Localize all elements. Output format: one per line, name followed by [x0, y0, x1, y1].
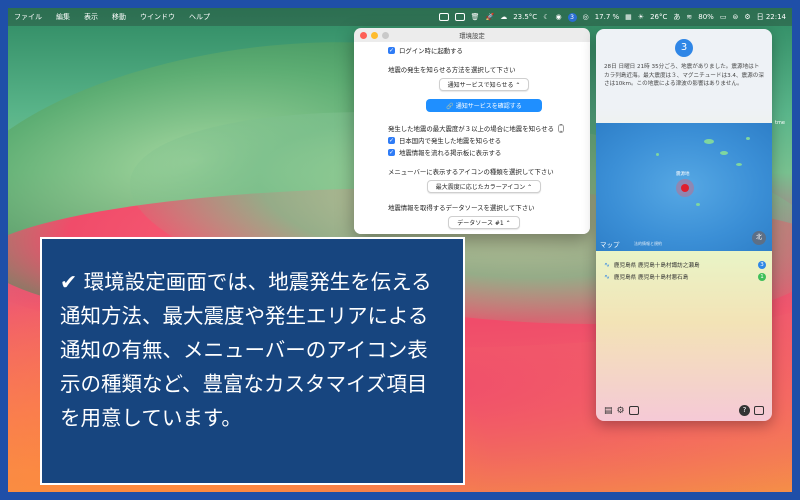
- preferences-window: 環境設定 ✓ ログイン時に起動する 地震の発生を知らせる方法を選択して下さい 通…: [354, 28, 590, 234]
- window-title: 環境設定: [459, 31, 485, 40]
- wifi-icon[interactable]: ≋: [686, 13, 692, 21]
- island: [720, 151, 728, 155]
- rocket-icon[interactable]: 🚀: [486, 13, 495, 21]
- menu-window[interactable]: ウインドウ: [140, 12, 175, 22]
- datetime[interactable]: 日 22:14: [757, 12, 786, 22]
- data-source-select[interactable]: データソース #1 ⌃: [448, 216, 520, 229]
- menu-go[interactable]: 移動: [112, 12, 126, 22]
- island: [736, 163, 742, 166]
- location-label: 鹿児島県 鹿児島十島村諏訪之瀬島: [613, 263, 700, 269]
- checkbox-checked[interactable]: ✓: [388, 47, 395, 54]
- battery-level[interactable]: 80%: [698, 13, 714, 21]
- window-titlebar: 環境設定: [354, 28, 590, 42]
- max-intensity-label: 発生した地震の最大震度が３以上の場合に地震を知らせる: [388, 125, 555, 133]
- notify-method-question: 地震の発生を知らせる方法を選択して下さい: [388, 66, 516, 74]
- feature-caption: ✔ 環境設定画面では、地震発生を伝える通知方法、最大震度や発生エリアによる通知の…: [40, 237, 465, 485]
- calendar-icon[interactable]: ▦: [625, 13, 632, 21]
- status-area: 🗑 🚀 ☁ 23.5°C ☾ ◉ 3 ◎ 17.7 % ▦ ☀ 26°C あ ≋…: [438, 12, 786, 22]
- list-item[interactable]: ∿ 鹿児島県 鹿児島十島村諏訪之瀬島 3: [604, 261, 766, 269]
- intensity-badge: 3: [675, 39, 693, 57]
- island: [696, 203, 700, 206]
- battery-icon[interactable]: ▭: [720, 13, 727, 21]
- confirm-notify-label: 通知サービスを確認する: [455, 103, 522, 110]
- show-board-label: 地震情報を流れる掲示板に表示する: [399, 149, 502, 157]
- maps-logo-text: マップ: [600, 241, 620, 249]
- eye-icon[interactable]: ◉: [555, 13, 561, 21]
- weather-temp[interactable]: 23.5°C: [513, 13, 537, 21]
- input-method[interactable]: あ: [673, 12, 680, 22]
- sun-icon[interactable]: ☀: [638, 13, 644, 21]
- menu-bar: ファイル 編集 表示 移動 ウインドウ ヘルプ 🗑 🚀 ☁ 23.5°C ☾ ◉…: [8, 8, 792, 26]
- cpu-usage[interactable]: 17.7 %: [595, 13, 619, 21]
- map-place-label: 震源地: [676, 172, 690, 177]
- help-icon[interactable]: ?: [739, 405, 750, 416]
- intensity-count: 3: [758, 261, 766, 269]
- quake-description: 28日 日曜日 21時 35分ごろ、地震がありました。震源地はトカラ列島近海。最…: [604, 64, 764, 88]
- window-icon[interactable]: [628, 406, 639, 415]
- icon-type-question: メニューバーに表示するアイコンの種類を選択して下さい: [388, 168, 554, 176]
- island: [656, 153, 659, 156]
- menu-edit[interactable]: 編集: [56, 12, 70, 22]
- icon-type-select[interactable]: 最大震度に応じたカラーアイコン ⌃: [426, 180, 542, 193]
- offscreen-text-fragment: tme: [775, 120, 785, 126]
- launch-at-login-label: ログイン時に起動する: [399, 47, 463, 55]
- compass-button[interactable]: 北: [752, 231, 766, 245]
- menu-file[interactable]: ファイル: [14, 12, 42, 22]
- control-center-icon[interactable]: ⚙: [744, 13, 750, 21]
- notify-method-value: 通知サービスで知らせる: [447, 82, 514, 89]
- checkbox-checked[interactable]: ✓: [388, 137, 395, 144]
- display-icon[interactable]: [438, 13, 449, 21]
- cloud-icon[interactable]: ☁: [500, 13, 507, 21]
- data-source-value: データソース #1: [457, 220, 504, 227]
- archive-icon[interactable]: ▤: [604, 406, 613, 416]
- seismic-wave-icon: ∿: [604, 273, 610, 281]
- intensity-count: 1: [758, 273, 766, 281]
- checkbox-checked[interactable]: ✓: [388, 149, 395, 156]
- temperature[interactable]: 26°C: [650, 13, 667, 21]
- island: [704, 139, 714, 144]
- confirm-notify-button[interactable]: 🔗 通知サービスを確認する: [426, 99, 542, 112]
- island: [746, 137, 750, 140]
- quake-location-list: ∿ 鹿児島県 鹿児島十島村諏訪之瀬島 3 ∿ 鹿児島県 鹿児島十島村悪石島 1: [604, 261, 766, 285]
- drive-icon[interactable]: [454, 13, 465, 21]
- menu-help[interactable]: ヘルプ: [189, 12, 210, 22]
- location-label: 鹿児島県 鹿児島十島村悪石島: [613, 275, 689, 281]
- domestic-only-row[interactable]: ✓ 日本国内で発生した地震を知らせる: [388, 136, 580, 145]
- app-badge-icon[interactable]: 3: [567, 12, 577, 22]
- domestic-only-label: 日本国内で発生した地震を知らせる: [399, 137, 502, 145]
- panel-toolbar: ▤ ⚙ ?: [604, 405, 764, 416]
- maps-logo: マップ: [600, 239, 620, 249]
- preferences-body: ✓ ログイン時に起動する 地震の発生を知らせる方法を選択して下さい 通知サービス…: [354, 42, 590, 234]
- show-board-row[interactable]: ✓ 地震情報を流れる掲示板に表示する: [388, 148, 580, 157]
- data-source-question: 地震情報を取得するデータソースを選択して下さい: [388, 204, 535, 212]
- map-view[interactable]: 震源地 マップ 法的情報と規約 北: [596, 123, 772, 251]
- gear-icon[interactable]: ⚙: [617, 406, 625, 416]
- icon-type-value: 最大震度に応じたカラーアイコン: [435, 184, 526, 191]
- intensity-stepper[interactable]: ⌃ ⌄: [558, 124, 565, 134]
- map-legal-link[interactable]: 法的情報と規約: [634, 241, 662, 247]
- list-item[interactable]: ∿ 鹿児島県 鹿児島十島村悪石島 1: [604, 273, 766, 281]
- max-intensity-row: 発生した地震の最大震度が３以上の場合に地震を知らせる ⌃ ⌄: [388, 124, 580, 134]
- sidebar-icon[interactable]: [754, 406, 764, 415]
- cpu-icon[interactable]: ◎: [583, 13, 589, 21]
- seismic-wave-icon: ∿: [604, 261, 610, 269]
- launch-at-login-row[interactable]: ✓ ログイン時に起動する: [388, 46, 580, 55]
- earthquake-panel: 3 28日 日曜日 21時 35分ごろ、地震がありました。震源地はトカラ列島近海…: [596, 29, 772, 421]
- notify-method-select[interactable]: 通知サービスで知らせる ⌃: [438, 78, 530, 91]
- moon-icon[interactable]: ☾: [543, 13, 549, 21]
- trash-icon[interactable]: 🗑: [471, 13, 480, 21]
- epicenter-marker[interactable]: [681, 184, 689, 192]
- switch-icon[interactable]: ⊜: [732, 13, 738, 21]
- menu-view[interactable]: 表示: [84, 12, 98, 22]
